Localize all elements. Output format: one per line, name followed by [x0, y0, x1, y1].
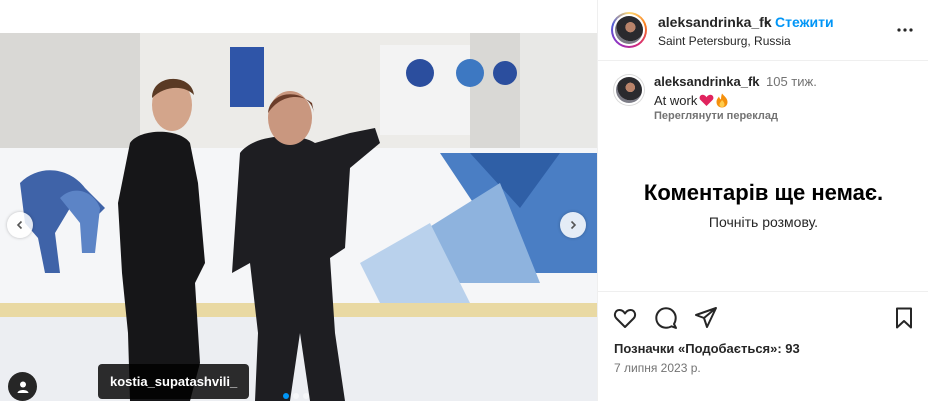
post-photo[interactable]: [0, 33, 597, 401]
post-side-panel: aleksandrinka_fk • Стежити Saint Petersb…: [597, 0, 928, 401]
caption-username[interactable]: aleksandrinka_fk: [654, 74, 760, 89]
carousel-dot: [303, 393, 309, 399]
post-header: aleksandrinka_fk • Стежити Saint Petersb…: [598, 0, 928, 61]
paper-plane-icon[interactable]: [693, 305, 719, 331]
carousel-dot: [293, 393, 299, 399]
carousel-next-button[interactable]: [560, 212, 586, 238]
chevron-left-icon: [16, 220, 23, 230]
caption-avatar[interactable]: [613, 74, 645, 106]
see-translation-link[interactable]: Переглянути переклад: [654, 110, 778, 122]
rink-scene-illustration: [0, 33, 597, 401]
user-tag[interactable]: kostia_supatashvili_: [98, 364, 250, 399]
ellipsis-icon[interactable]: [895, 22, 915, 38]
separator-dot: •: [764, 14, 769, 30]
carousel-dot: [283, 393, 289, 399]
heart-emoji-icon: [699, 94, 714, 106]
follow-button[interactable]: Стежити: [775, 14, 834, 30]
caption-text-row: At work: [654, 93, 728, 108]
caption-time[interactable]: 105 тиж.: [766, 74, 817, 89]
actions-divider: [598, 291, 928, 292]
carousel-prev-button[interactable]: [7, 212, 33, 238]
chevron-right-icon: [570, 220, 577, 230]
post-dialog: kostia_supatashvili_ aleksandrinka_fk • …: [0, 0, 928, 401]
bookmark-icon[interactable]: [891, 305, 917, 331]
author-username[interactable]: aleksandrinka_fk: [658, 14, 772, 30]
caption-text: At work: [654, 93, 698, 108]
heart-outline-icon[interactable]: [612, 305, 638, 331]
comment-bubble-icon[interactable]: [653, 305, 679, 331]
tagged-users-button[interactable]: [8, 372, 37, 401]
post-date[interactable]: 7 липня 2023 р.: [614, 361, 701, 375]
no-comments-title: Коментарів ще немає.: [643, 180, 884, 205]
no-comments-subtitle: Почніть розмову.: [708, 214, 819, 230]
carousel-indicator: [283, 393, 309, 399]
fire-emoji-icon: [716, 93, 728, 108]
post-media: kostia_supatashvili_: [0, 0, 597, 401]
post-location[interactable]: Saint Petersburg, Russia: [658, 34, 791, 48]
likes-count[interactable]: Позначки «Подобається»: 93: [614, 341, 800, 356]
author-avatar[interactable]: [611, 12, 647, 48]
user-icon: [17, 381, 28, 393]
